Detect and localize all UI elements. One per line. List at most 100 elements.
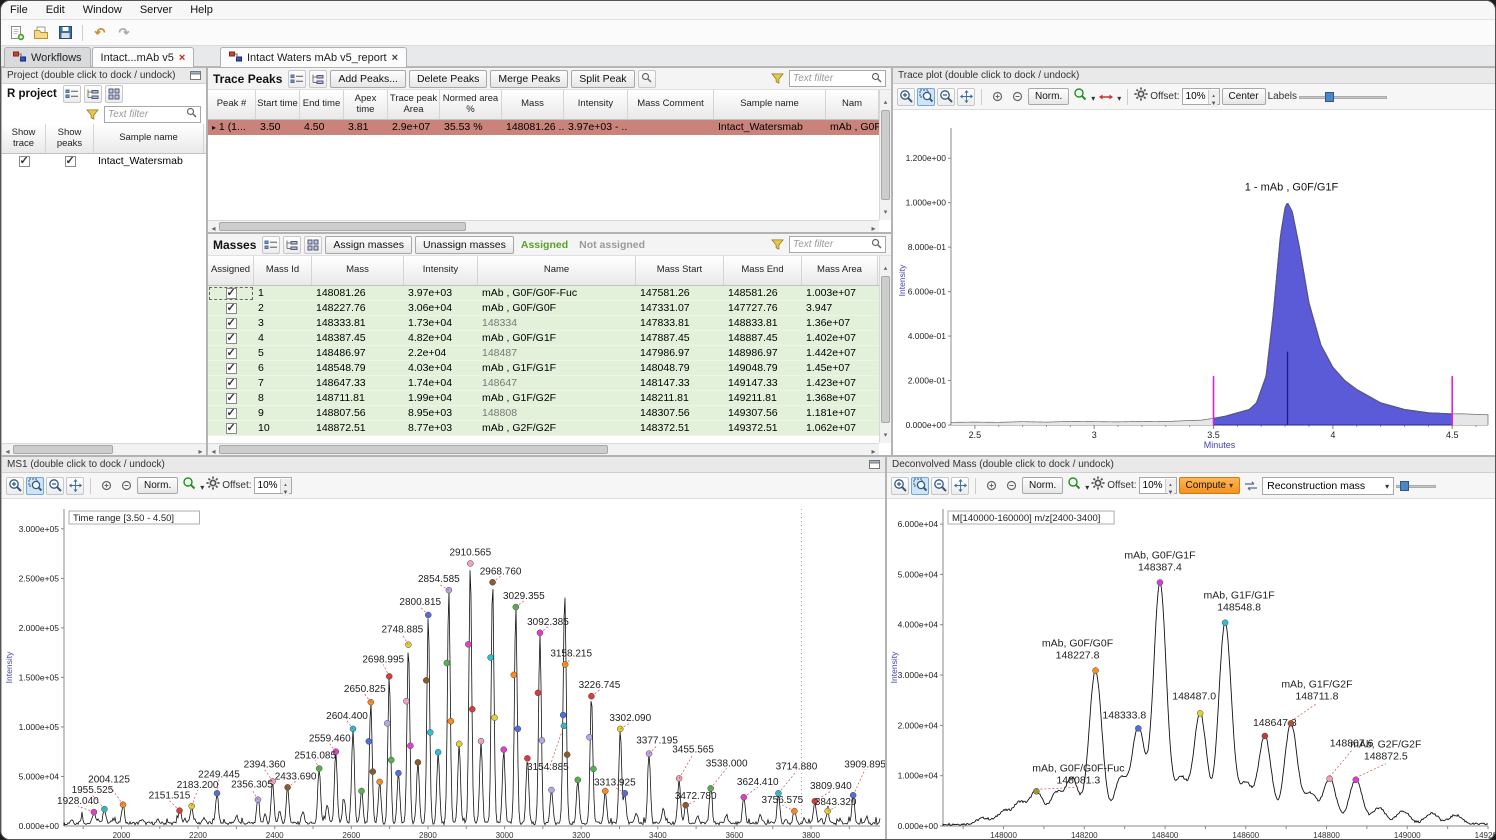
deconvolved-panel-header[interactable]: Deconvolved Mass (double click to dock /… (887, 457, 1496, 473)
filter-funnel-icon[interactable] (768, 70, 786, 88)
column-header[interactable]: Mass (502, 90, 564, 119)
menu-help[interactable]: Help (181, 2, 222, 18)
dock-icon[interactable] (869, 460, 880, 469)
scroll-down-icon[interactable]: ▾ (884, 424, 888, 442)
center-button[interactable]: Center (1222, 88, 1266, 105)
checkbox[interactable] (226, 378, 237, 389)
grid-view-icon[interactable] (105, 85, 123, 103)
normalize-button[interactable]: Norm. (137, 477, 178, 494)
auto-zoom-button[interactable] (180, 477, 198, 495)
zoom-out-icon[interactable] (1002, 477, 1020, 495)
mass-row[interactable]: 5148486.972.2e+04148487147986.97148986.9… (208, 346, 891, 361)
open-document-icon[interactable] (30, 22, 52, 44)
spin-up-icon[interactable]: ▲ (281, 479, 291, 486)
scroll-down-icon[interactable]: ▾ (884, 201, 888, 219)
zoom-rect-mode-icon[interactable] (917, 88, 935, 106)
checkbox[interactable] (65, 156, 76, 167)
auto-zoom-button[interactable] (1071, 88, 1089, 106)
not-assigned-filter-toggle[interactable]: Not assigned (579, 239, 645, 251)
chevron-down-icon[interactable]: ▾ (1117, 88, 1121, 106)
normalize-button[interactable]: Norm. (1028, 88, 1069, 105)
dock-icon[interactable] (190, 71, 201, 80)
spin-down-icon[interactable]: ▼ (1209, 97, 1219, 104)
column-header[interactable]: Intensity (404, 256, 478, 285)
mass-row[interactable]: 3148333.811.73e+04148334147833.81148833.… (208, 316, 891, 331)
project-filter-input[interactable] (108, 109, 184, 120)
mass-row[interactable]: 6148548.794.03e+04mAb , G1F/G1F148048.79… (208, 361, 891, 376)
zoom-in-mode-icon[interactable] (891, 477, 909, 495)
deconv-slider[interactable] (1396, 480, 1436, 492)
mass-row[interactable]: 4148387.454.82e+04mAb , G0F/G1F147887.45… (208, 331, 891, 346)
project-hscrollbar[interactable]: ◂ ▸ (2, 443, 206, 455)
trace-peaks-hscrollbar[interactable]: ◂ ▸ (208, 220, 879, 232)
unassign-masses-button[interactable]: Unassign masses (415, 236, 514, 254)
menu-server[interactable]: Server (131, 2, 181, 18)
tab-intact-waters-mab-v5-report[interactable]: Intact Waters mAb v5_report× (220, 47, 407, 67)
column-header[interactable]: Assigned (208, 256, 254, 285)
checkbox[interactable] (226, 303, 237, 314)
trace-plot-panel-header[interactable]: Trace plot (double click to dock / undoc… (893, 68, 1496, 84)
column-header[interactable]: Show trace (2, 124, 46, 153)
zoom-out-icon[interactable] (1008, 88, 1026, 106)
column-header[interactable]: Mass Comment (628, 90, 714, 119)
column-header[interactable]: Show peaks (46, 124, 94, 153)
masses-filter-input[interactable] (793, 239, 869, 250)
masses-hscrollbar[interactable]: ◂ ▸ (208, 443, 879, 455)
filter-funnel-icon[interactable] (83, 105, 101, 123)
column-header[interactable]: Start time (256, 90, 300, 119)
tab-intact-mab-v5[interactable]: Intact...mAb v5× (92, 47, 195, 67)
column-header[interactable]: Peak # (208, 90, 256, 119)
zoom-in-icon[interactable] (988, 88, 1006, 106)
auto-zoom-button[interactable] (1065, 477, 1083, 495)
tree-view-icon[interactable] (309, 70, 327, 88)
tree-view-icon[interactable] (84, 85, 102, 103)
zoom-rect-mode-icon[interactable] (26, 477, 44, 495)
column-header[interactable]: Trace peak Area (388, 90, 440, 119)
list-view-icon[interactable] (288, 70, 306, 88)
project-row[interactable]: Intact_Watersmab (2, 154, 206, 169)
grid-view-icon[interactable] (304, 236, 322, 254)
checkbox[interactable] (19, 156, 30, 167)
filter-funnel-icon[interactable] (768, 236, 786, 254)
spin-up-icon[interactable]: ▲ (1209, 90, 1219, 97)
column-header[interactable]: Mass Area (802, 256, 878, 285)
trace-peaks-vscrollbar[interactable]: ▴ ▾ (879, 90, 891, 220)
menu-window[interactable]: Window (74, 2, 131, 18)
ms1-panel-header[interactable]: MS1 (double click to dock / undock) (2, 457, 885, 473)
redo-icon[interactable]: ↷ (113, 22, 135, 44)
merge-peaks-button[interactable]: Merge Peaks (490, 70, 568, 88)
checkbox[interactable] (226, 333, 237, 344)
pan-mode-icon[interactable] (957, 88, 975, 106)
offset-spinner[interactable]: 10% ▲▼ (1139, 477, 1177, 494)
mass-row[interactable]: 9148807.568.95e+03148808148307.56149307.… (208, 406, 891, 421)
column-header[interactable]: End time (300, 90, 344, 119)
chevron-down-icon[interactable]: ▾ (1085, 477, 1089, 495)
labels-slider[interactable] (1299, 91, 1387, 103)
column-header[interactable]: Apex time (344, 90, 388, 119)
normalize-button[interactable]: Norm. (1022, 477, 1063, 494)
column-header[interactable]: Name (478, 256, 636, 285)
pan-mode-icon[interactable] (951, 477, 969, 495)
column-header[interactable]: Mass Start (636, 256, 724, 285)
checkbox[interactable] (226, 318, 237, 329)
tree-view-icon[interactable] (283, 236, 301, 254)
undo-icon[interactable]: ↶ (89, 22, 111, 44)
assigned-filter-toggle[interactable]: Assigned (521, 239, 568, 251)
deconvolved-chart[interactable]: 0.000e+001.000e+042.000e+043.000e+044.00… (887, 499, 1496, 840)
checkbox[interactable] (226, 393, 237, 404)
trace-plot-chart[interactable]: 0.000e+002.000e-014.000e-016.000e-018.00… (893, 110, 1496, 455)
zoom-in-mode-icon[interactable] (6, 477, 24, 495)
mass-row[interactable]: 1148081.263.97e+03mAb , G0F/G0F-Fuc14758… (208, 286, 891, 301)
reconstruction-mass-dropdown[interactable]: Reconstruction mass ▾ (1262, 477, 1394, 495)
mass-row[interactable]: 7148647.331.74e+04148647148147.33149147.… (208, 376, 891, 391)
scroll-up-icon[interactable]: ▴ (884, 91, 888, 109)
checkbox[interactable] (226, 288, 237, 299)
list-view-icon[interactable] (63, 85, 81, 103)
mass-row[interactable]: 2148227.763.06e+04mAb , G0F/G0F147331.07… (208, 301, 891, 316)
list-view-icon[interactable] (262, 236, 280, 254)
column-header[interactable]: Nam (826, 90, 879, 119)
checkbox[interactable] (226, 363, 237, 374)
zoom-in-icon[interactable] (97, 477, 115, 495)
chevron-down-icon[interactable]: ▾ (1091, 88, 1095, 106)
delete-peaks-button[interactable]: Delete Peaks (409, 70, 487, 88)
